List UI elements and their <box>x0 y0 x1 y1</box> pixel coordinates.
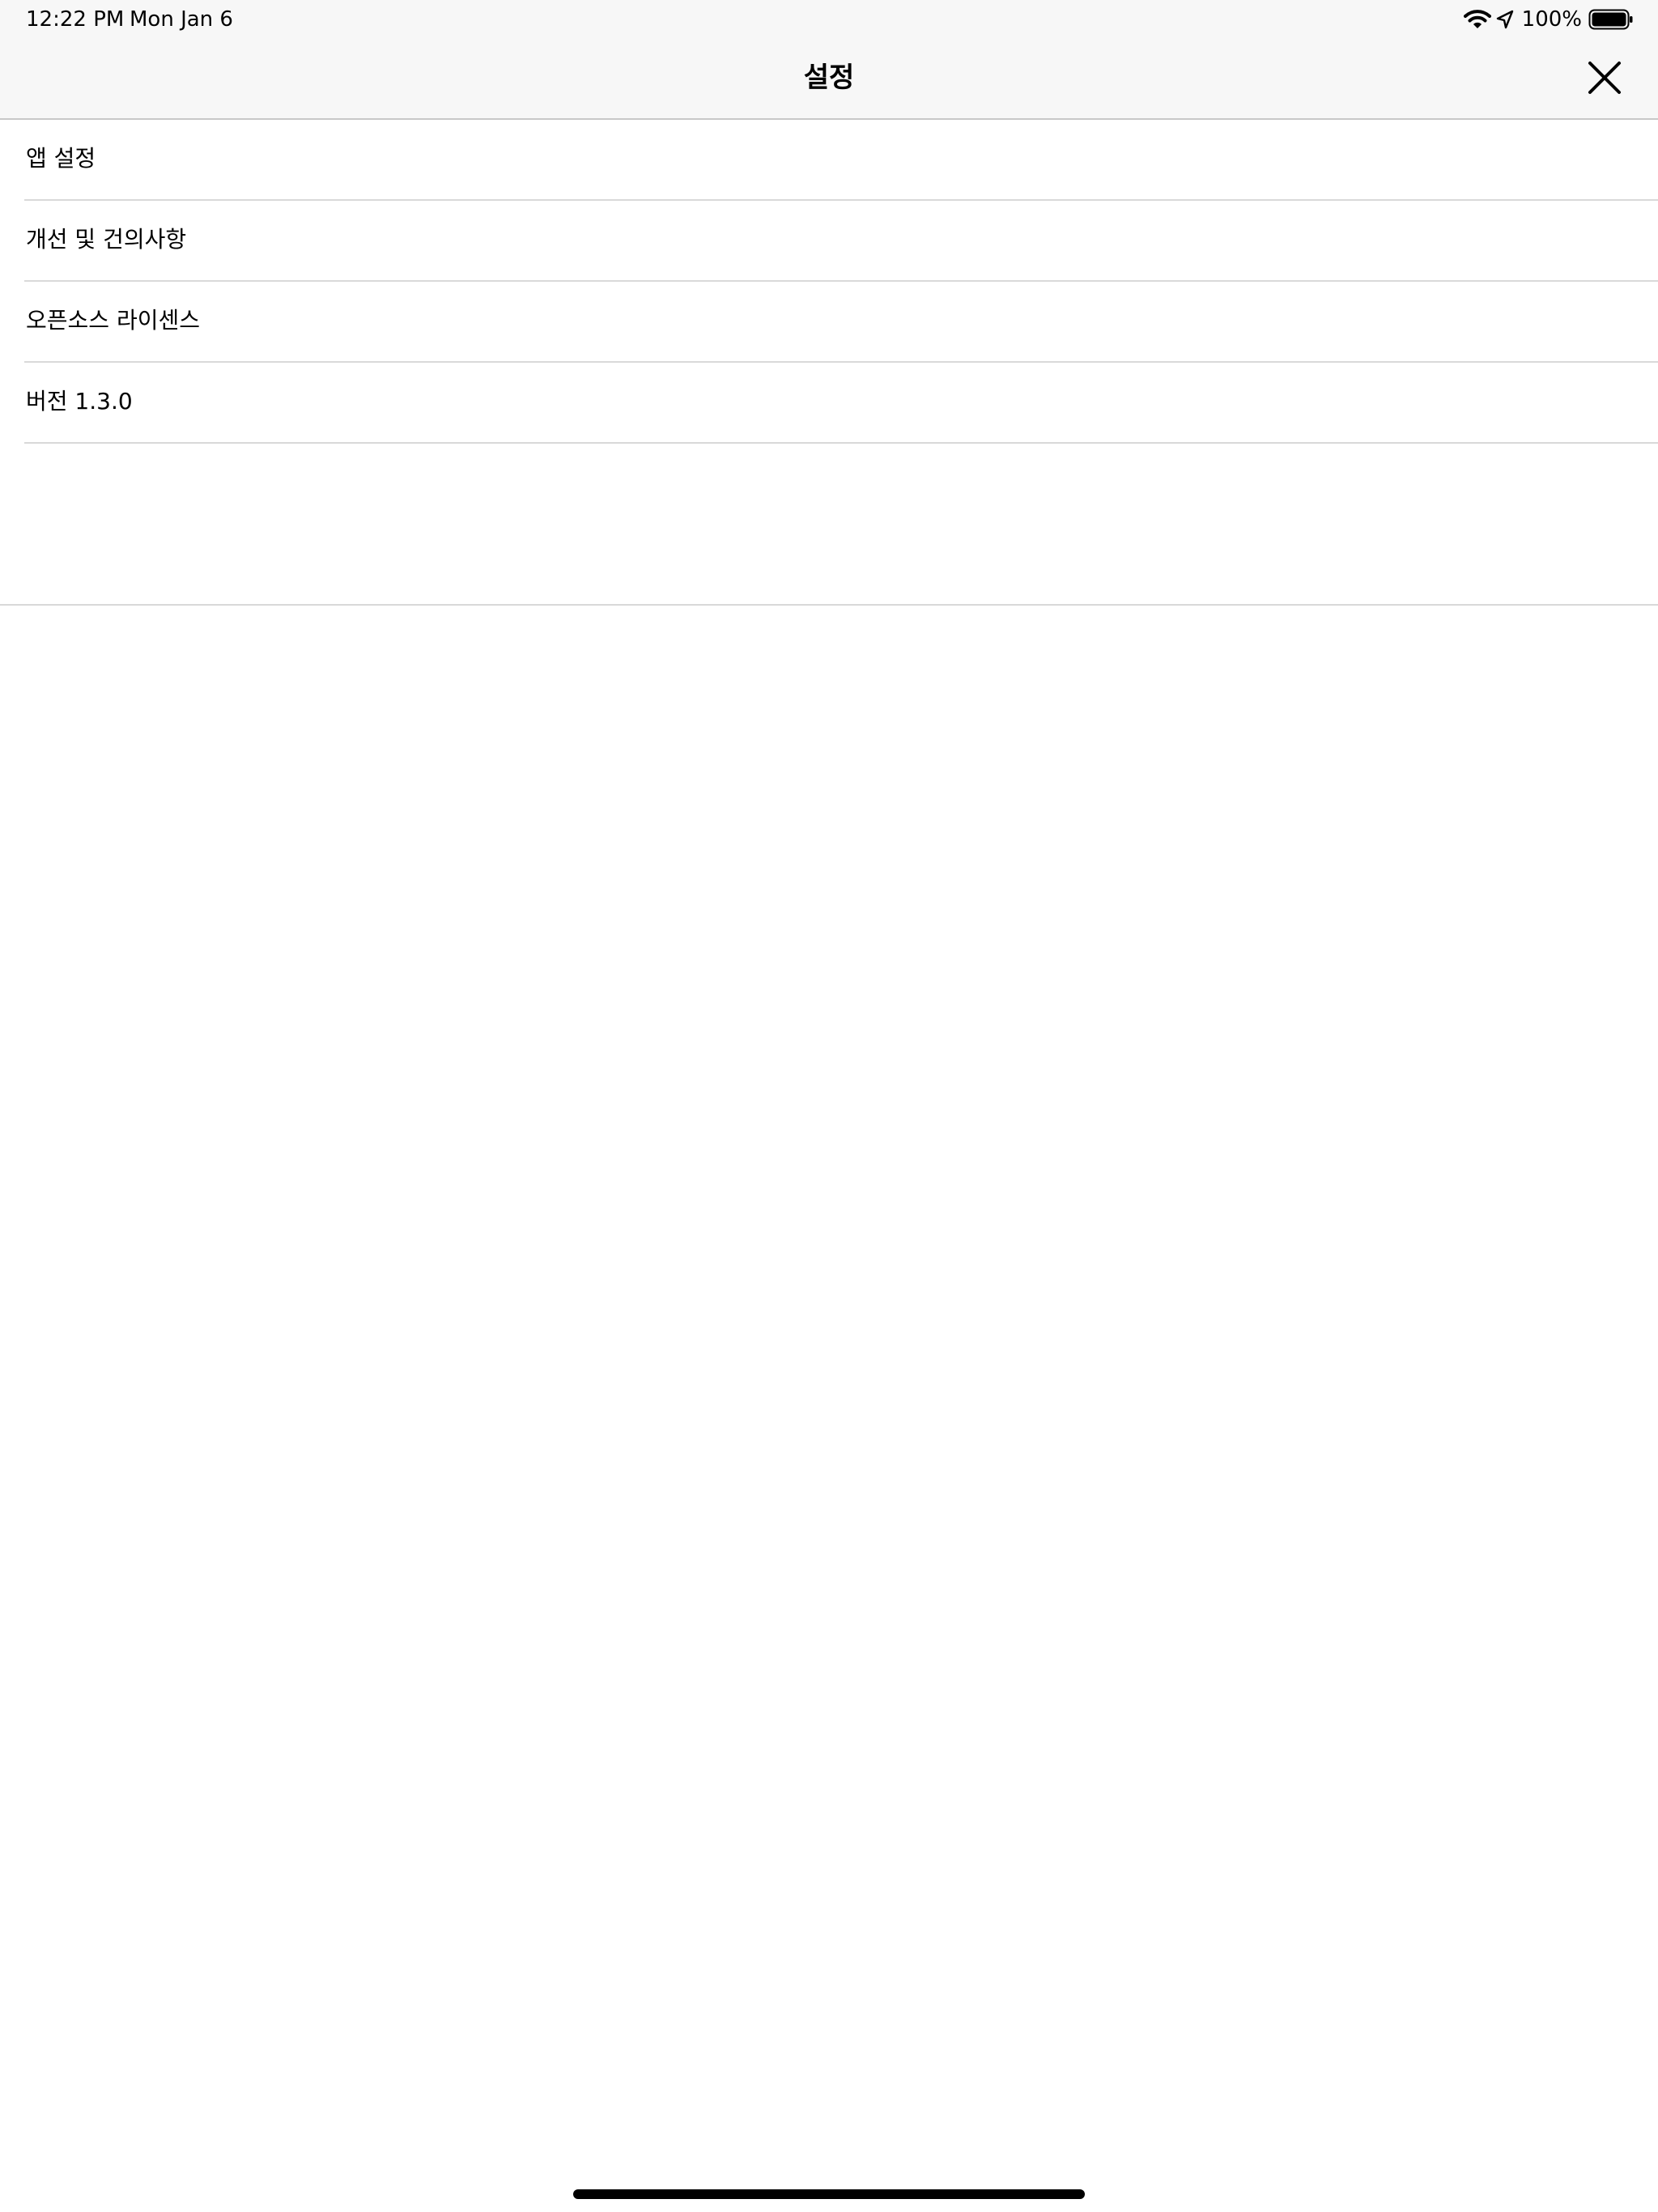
settings-list: 앱 설정 개선 및 건의사항 오픈소스 라이센스 버전 1.3.0 <box>0 120 1658 444</box>
settings-item-open-source-licenses[interactable]: 오픈소스 라이센스 <box>0 282 1658 363</box>
settings-item-label: 오픈소스 라이센스 <box>26 307 200 334</box>
close-button[interactable] <box>1584 57 1626 99</box>
status-time: 12:22 PM <box>26 7 125 32</box>
close-icon <box>1588 62 1621 94</box>
settings-item-feedback[interactable]: 개선 및 건의사항 <box>0 201 1658 282</box>
page-title: 설정 <box>803 62 855 94</box>
status-indicators: 100% <box>1463 5 1634 34</box>
settings-item-label: 개선 및 건의사항 <box>26 226 187 253</box>
settings-item-label: 버전 1.3.0 <box>26 388 133 415</box>
status-date: Mon Jan 6 <box>130 7 233 32</box>
wifi-icon <box>1463 10 1491 28</box>
settings-item-label: 앱 설정 <box>26 145 96 172</box>
battery-icon <box>1588 9 1633 30</box>
home-indicator[interactable] <box>573 2189 1085 2199</box>
location-arrow-icon <box>1496 10 1513 29</box>
navigation-bar: 12:22 PM Mon Jan 6 100% 설정 <box>0 0 1658 120</box>
battery-percent: 100% <box>1521 7 1582 32</box>
settings-item-version: 버전 1.3.0 <box>0 363 1658 444</box>
row-separator <box>24 442 1658 444</box>
section-divider <box>0 604 1658 606</box>
battery-level-fill <box>1592 12 1626 27</box>
settings-item-app-settings[interactable]: 앱 설정 <box>0 120 1658 201</box>
